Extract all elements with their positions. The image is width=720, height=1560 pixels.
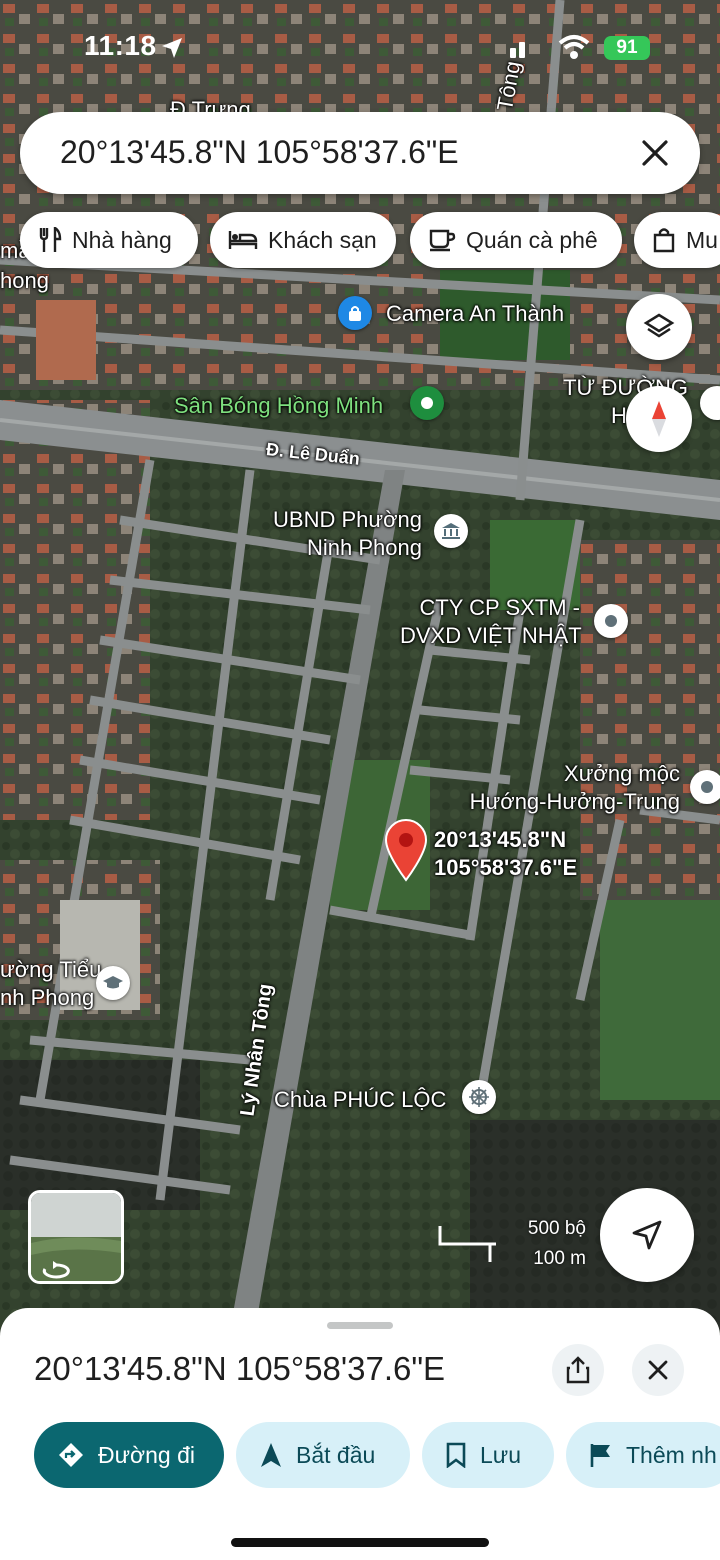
chip-coffee[interactable]: Quán cà phê	[410, 212, 622, 268]
company-poi-marker[interactable]	[594, 604, 628, 638]
poi-label-company[interactable]: CTY CP SXTM - DVXD VIỆT NHẬT	[400, 594, 582, 650]
chip-label: Mu	[686, 226, 718, 253]
close-icon[interactable]	[638, 136, 672, 170]
pin-coordinates-label: 20°13'45.8"N 105°58'37.6"E	[434, 827, 578, 880]
my-location-button[interactable]	[600, 1188, 694, 1282]
street-view-thumbnail[interactable]	[28, 1190, 124, 1284]
battery-indicator: 91	[604, 36, 650, 60]
shopping-poi-marker[interactable]	[338, 296, 372, 330]
chip-shopping[interactable]: Mu	[634, 212, 720, 268]
shopping-bag-icon	[653, 228, 675, 253]
map-scale: 500 bộ 100 m	[438, 1218, 588, 1272]
restaurant-icon	[39, 227, 62, 252]
poi-label-camera[interactable]: Camera An Thành	[386, 300, 564, 328]
school-poi-marker[interactable]	[96, 966, 130, 1000]
compass-button[interactable]	[626, 386, 692, 452]
start-button[interactable]: Bắt đầu	[236, 1422, 410, 1488]
flag-icon	[590, 1444, 610, 1467]
search-bar[interactable]: 20°13'45.8"N 105°58'37.6"E	[20, 112, 700, 194]
action-label: Đường đi	[98, 1441, 195, 1468]
chip-label: Nhà hàng	[72, 226, 172, 253]
chip-label: Khách sạn	[268, 226, 377, 253]
compass-icon	[652, 401, 666, 437]
poi-label-workshop[interactable]: Xưởng mộc Hướng-Hưởng-Trung	[450, 760, 680, 816]
poi-label-school[interactable]: ường Tiểu nh Phong	[0, 956, 101, 1012]
save-button[interactable]: Lưu	[422, 1422, 554, 1488]
dharma-wheel-icon	[469, 1087, 489, 1107]
bookmark-icon	[446, 1442, 466, 1468]
signal-icon	[510, 42, 525, 58]
navigation-arrow-icon	[632, 1220, 662, 1250]
add-label-button[interactable]: Thêm nh	[566, 1422, 720, 1488]
share-button[interactable]	[552, 1344, 604, 1396]
layers-icon	[643, 313, 675, 338]
share-icon	[566, 1356, 590, 1384]
government-poi-marker[interactable]	[434, 514, 468, 548]
satellite-imagery	[0, 0, 720, 1330]
directions-icon	[59, 1443, 83, 1467]
scale-bar	[438, 1226, 496, 1262]
directions-button[interactable]: Đường đi	[34, 1422, 224, 1488]
navigation-arrow-icon	[261, 1443, 281, 1467]
hotel-icon	[228, 231, 258, 249]
street-view-preview	[31, 1193, 121, 1281]
place-bottom-sheet[interactable]: 20°13'45.8"N 105°58'37.6"E Đường đi Bắt …	[0, 1308, 720, 1560]
close-icon	[648, 1360, 668, 1380]
home-indicator	[231, 1538, 489, 1547]
poi-label-ubnd[interactable]: UBND Phường Ninh Phong	[270, 506, 422, 562]
wifi-icon	[558, 35, 590, 59]
coffee-icon	[429, 229, 456, 252]
chip-restaurants[interactable]: Nhà hàng	[20, 212, 198, 268]
sheet-drag-handle[interactable]	[327, 1322, 393, 1329]
location-arrow-icon	[162, 38, 182, 58]
search-input[interactable]: 20°13'45.8"N 105°58'37.6"E	[60, 134, 459, 171]
layers-button[interactable]	[626, 294, 692, 360]
map-view[interactable]: 11:18 91 Đ Trưng Tông mầ hong Camera An T…	[0, 0, 720, 1330]
chip-hotels[interactable]: Khách sạn	[210, 212, 396, 268]
status-time: 11:18	[84, 30, 157, 61]
poi-label-stadium[interactable]: Sân Bóng Hồng Minh	[174, 392, 383, 420]
poi-label-pagoda[interactable]: Chùa PHÚC LỘC	[274, 1086, 446, 1114]
close-sheet-button[interactable]	[632, 1344, 684, 1396]
lock-bag-icon	[349, 306, 361, 321]
pagoda-poi-marker[interactable]	[462, 1080, 496, 1114]
chip-label: Quán cà phê	[466, 226, 598, 253]
graduation-cap-icon	[103, 976, 123, 989]
action-label: Bắt đầu	[296, 1441, 376, 1468]
government-building-icon	[442, 523, 460, 539]
park-poi-marker[interactable]	[410, 386, 444, 420]
dropped-pin-icon[interactable]	[384, 818, 428, 882]
place-title: 20°13'45.8"N 105°58'37.6"E	[34, 1350, 446, 1387]
action-label: Thêm nh	[626, 1441, 717, 1468]
workshop-poi-marker[interactable]	[690, 770, 720, 804]
action-label: Lưu	[480, 1441, 521, 1468]
